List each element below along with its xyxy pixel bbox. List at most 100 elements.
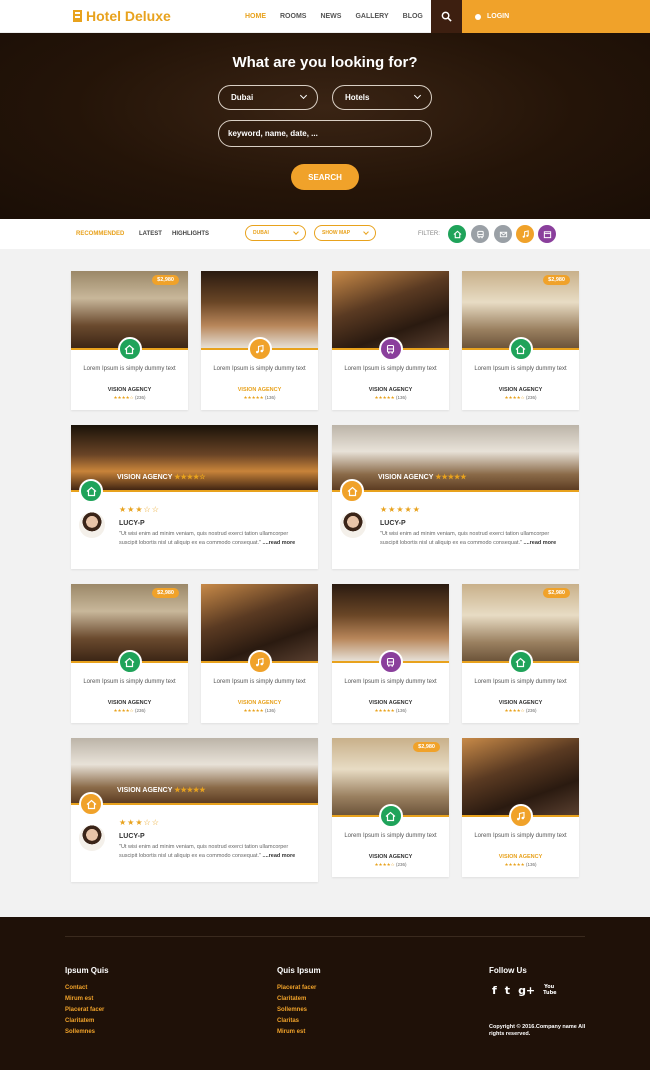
label-stars: ★★★★★ <box>174 787 206 794</box>
read-more-link[interactable]: ....read more <box>524 540 557 546</box>
hotel-card[interactable]: Lorem Ipsum is simply dummy text VISION … <box>201 584 318 723</box>
logo-text: Hotel Deluxe <box>86 8 171 24</box>
hotel-card[interactable]: Lorem Ipsum is simply dummy text VISION … <box>332 271 449 410</box>
nav-gallery[interactable]: GALLERY <box>355 13 388 20</box>
filter-home-button[interactable] <box>448 225 466 243</box>
hotel-card[interactable]: Lorem Ipsum is simply dummy text VISION … <box>201 271 318 410</box>
footer-link[interactable]: Mirum est <box>277 1029 305 1035</box>
tab-highlights[interactable]: HIGHLIGHTS <box>172 231 209 237</box>
footer-link[interactable]: Mirum est <box>65 996 93 1002</box>
bus-icon <box>386 657 395 667</box>
hotel-card[interactable]: $2,980 Lorem Ipsum is simply dummy text … <box>71 271 188 410</box>
user-icon <box>475 13 481 20</box>
filter-calendar-button[interactable] <box>538 225 556 243</box>
calendar-icon <box>543 230 551 238</box>
agency-name[interactable]: VISION AGENCY <box>71 387 188 393</box>
agency-name[interactable]: VISION AGENCY <box>332 700 449 706</box>
footer-link[interactable]: Claritatem <box>277 996 306 1002</box>
bus-icon <box>386 344 395 354</box>
home-icon <box>124 657 135 667</box>
category-badge <box>378 650 403 674</box>
avatar <box>340 512 366 538</box>
city-select[interactable]: Dubai <box>218 85 318 110</box>
card-description: Lorem Ipsum is simply dummy text <box>474 679 567 685</box>
facebook-icon[interactable]: f <box>492 984 497 997</box>
footer-link[interactable]: Sollemnes <box>65 1029 95 1035</box>
footer-link[interactable]: Claritas <box>277 1018 299 1024</box>
agency-name[interactable]: VISION AGENCY <box>71 700 188 706</box>
filter-music-button[interactable] <box>516 225 534 243</box>
review-card[interactable]: VISION AGENCY ★★★★★ ★★★☆☆ LUCY-P "Ut wis… <box>71 738 318 882</box>
youtube-icon[interactable]: You Tube <box>543 984 556 997</box>
mail-icon <box>499 231 507 237</box>
nav-rooms[interactable]: ROOMS <box>280 13 306 20</box>
hotel-card[interactable]: $2,980 Lorem Ipsum is simply dummy text … <box>332 738 449 877</box>
google-plus-icon[interactable]: g+ <box>518 984 535 997</box>
read-more-link[interactable]: ....read more <box>263 853 296 859</box>
nav-blog[interactable]: BLOG <box>403 13 423 20</box>
agency-name[interactable]: VISION AGENCY <box>332 854 449 860</box>
search-button[interactable]: SEARCH <box>291 164 359 190</box>
search-icon <box>441 11 452 22</box>
music-icon <box>256 344 264 353</box>
filter-label: FILTER: <box>418 231 440 237</box>
read-more-link[interactable]: ....read more <box>263 540 296 546</box>
rating-stars: ★★★★★ <box>374 708 395 713</box>
footer-link[interactable]: Contact <box>65 985 87 991</box>
agency-label: VISION AGENCY ★★★★★ <box>117 786 206 794</box>
review-card[interactable]: VISION AGENCY ★★★★☆ ★★★☆☆ LUCY-P "Ut wis… <box>71 425 318 569</box>
footer-divider <box>65 936 585 937</box>
follow-title: Follow Us <box>489 966 527 975</box>
footer-link[interactable]: Claritatem <box>65 1018 94 1024</box>
agency-name[interactable]: VISION AGENCY <box>201 387 318 393</box>
footer-link[interactable]: Sollemnes <box>277 1007 307 1013</box>
filter-bar: RECOMMENDED LATEST HIGHLIGHTS DUBAI SHOW… <box>0 219 650 249</box>
nav-news[interactable]: NEWS <box>320 13 341 20</box>
tab-recommended[interactable]: RECOMMENDED <box>76 231 124 237</box>
footer-link[interactable]: Placerat facer <box>277 985 316 991</box>
music-icon <box>517 811 525 820</box>
filter-mail-button[interactable] <box>494 225 512 243</box>
category-badge <box>79 792 103 816</box>
tab-latest[interactable]: LATEST <box>139 231 162 237</box>
type-select[interactable]: Hotels <box>332 85 432 110</box>
show-map-label: SHOW MAP <box>322 230 351 236</box>
filter-bus-button[interactable] <box>471 225 489 243</box>
show-map-select[interactable]: SHOW MAP <box>314 225 376 241</box>
agency-name[interactable]: VISION AGENCY <box>462 387 579 393</box>
review-count: (136) <box>264 395 276 400</box>
reviewer-name: LUCY-P <box>119 520 145 527</box>
nav-home[interactable]: HOME <box>245 13 266 20</box>
review-card[interactable]: VISION AGENCY ★★★★★ ★★★★★ LUCY-P "Ut wis… <box>332 425 579 569</box>
agency-name[interactable]: VISION AGENCY <box>462 700 579 706</box>
hotel-card[interactable]: Lorem Ipsum is simply dummy text VISION … <box>332 584 449 723</box>
footer-link[interactable]: Placerat facer <box>65 1007 104 1013</box>
category-badge <box>378 804 403 828</box>
accent-bar <box>332 490 579 492</box>
keyword-input[interactable]: keyword, name, date, ... <box>218 120 432 147</box>
rating: ★★★★☆ (236) <box>71 395 188 401</box>
category-badge <box>378 337 403 361</box>
hotel-card[interactable]: $2,980 Lorem Ipsum is simply dummy text … <box>462 584 579 723</box>
chevron-down-icon <box>363 229 369 235</box>
rating: ★★★★☆ (236) <box>462 708 579 714</box>
login-button[interactable]: LOGIN <box>462 0 650 33</box>
logo[interactable]: Hotel Deluxe <box>73 8 171 24</box>
filter-city-select[interactable]: DUBAI <box>245 225 306 241</box>
hotel-photo <box>71 425 318 491</box>
home-icon <box>453 230 461 238</box>
agency-name[interactable]: VISION AGENCY <box>201 700 318 706</box>
hotel-photo <box>71 738 318 804</box>
twitter-icon[interactable]: t <box>505 984 510 997</box>
header-search-button[interactable] <box>431 0 462 33</box>
hotel-card[interactable]: $2,980 Lorem Ipsum is simply dummy text … <box>71 584 188 723</box>
hotel-card[interactable]: $2,980 Lorem Ipsum is simply dummy text … <box>462 271 579 410</box>
agency-name[interactable]: VISION AGENCY <box>332 387 449 393</box>
card-description: Lorem Ipsum is simply dummy text <box>344 366 437 372</box>
home-icon <box>86 486 96 496</box>
hotel-photo <box>332 425 579 491</box>
hotel-card[interactable]: Lorem Ipsum is simply dummy text VISION … <box>462 738 579 877</box>
category-badge <box>340 479 364 503</box>
agency-name[interactable]: VISION AGENCY <box>462 854 579 860</box>
category-badge <box>508 804 533 828</box>
